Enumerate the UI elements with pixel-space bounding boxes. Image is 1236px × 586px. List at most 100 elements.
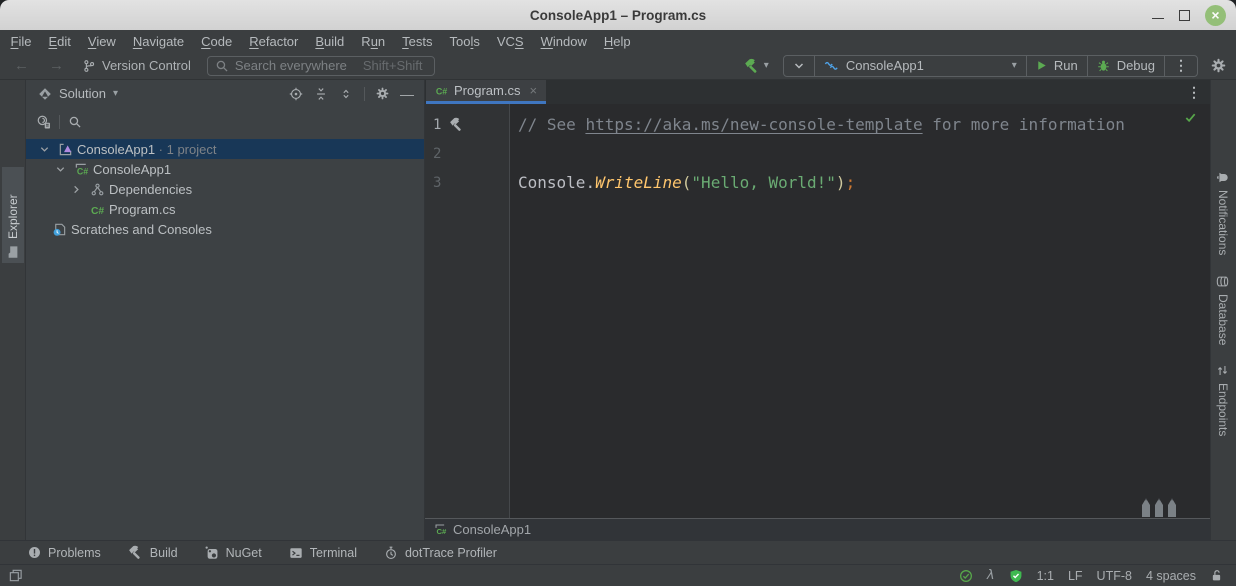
solution-explorer-panel: Solution ▾ — ConsoleApp1 · 1 projectC#Co… (26, 80, 425, 540)
tab-program-cs[interactable]: C# Program.cs × (426, 80, 546, 104)
gutter-line-3[interactable]: 3 (425, 168, 509, 197)
dottrace-icon (384, 546, 398, 560)
unlock-icon[interactable] (1210, 569, 1223, 582)
tool-stripe-database[interactable]: Database (1212, 271, 1234, 349)
play-icon (1036, 60, 1047, 71)
close-icon[interactable]: × (1205, 5, 1226, 26)
maximize-icon[interactable] (1179, 10, 1190, 21)
code-token: "Hello, World!" (691, 173, 836, 192)
tool-window-label: Problems (48, 546, 101, 560)
minimize-icon[interactable] (1152, 9, 1164, 21)
tree-item-dependencies[interactable]: Dependencies (26, 179, 424, 199)
lambda-indicator-icon[interactable]: λ (987, 568, 995, 583)
tab-options-kebab-icon[interactable]: ⋮ (1187, 84, 1201, 101)
forward-icon[interactable]: → (39, 57, 74, 74)
scratches-icon (49, 222, 69, 237)
project-tree: ConsoleApp1 · 1 projectC#ConsoleApp1Depe… (26, 136, 424, 540)
editor-body[interactable]: 123 // See https://aka.ms/new-console-te… (425, 104, 1210, 518)
menu-navigate[interactable]: Navigate (124, 34, 192, 49)
settings-gear-icon[interactable] (1211, 58, 1226, 73)
code-line-3[interactable]: Console.WriteLine("Hello, World!"); (510, 168, 1210, 197)
expand-all-icon[interactable] (314, 87, 328, 101)
tree-item-consoleapp1[interactable]: ConsoleApp1 · 1 project (26, 139, 424, 159)
tool-window-toggle-icon[interactable] (8, 568, 23, 583)
menu-tests[interactable]: Tests (394, 34, 441, 49)
file-encoding[interactable]: UTF-8 (1097, 569, 1132, 583)
csproj-icon: C# (71, 162, 91, 177)
menu-tools[interactable]: Tools (441, 34, 488, 49)
menu-run[interactable]: Run (353, 34, 394, 49)
tool-stripe-structure[interactable]: Structure (2, 533, 24, 540)
menu-edit[interactable]: Edit (40, 34, 79, 49)
menu-file[interactable]: File (2, 34, 40, 49)
tool-stripe-notifications[interactable]: Notifications (1212, 167, 1234, 269)
tree-item-program-cs[interactable]: C#Program.cs (26, 199, 424, 219)
menu-window[interactable]: Window (532, 34, 595, 49)
solution-view-title[interactable]: Solution (59, 86, 106, 101)
code-line-1[interactable]: // See https://aka.ms/new-console-templa… (510, 110, 1210, 139)
search-everywhere-input[interactable]: Search everywhere Shift+Shift (207, 56, 435, 76)
divider (364, 87, 365, 101)
tool-window-terminal[interactable]: Terminal (289, 546, 357, 560)
title-bar[interactable]: ConsoleApp1 – Program.cs × (0, 0, 1236, 30)
tree-item-label: ConsoleApp1 (93, 162, 171, 177)
menu-vcs[interactable]: VCS (488, 34, 532, 49)
hammer-icon (744, 58, 760, 74)
editor-gutter: 123 (425, 104, 510, 518)
build-solution-button[interactable]: ▾ (744, 58, 769, 74)
tool-window-nuget[interactable]: NuGet (205, 546, 262, 560)
menu-code[interactable]: Code (193, 34, 241, 49)
gutter-line-1[interactable]: 1 (425, 110, 509, 139)
jetbrains-pencils-watermark-icon (1140, 497, 1178, 517)
analysis-ok-icon[interactable] (959, 569, 973, 583)
inspections-ok-icon[interactable] (1184, 111, 1197, 124)
gutter-line-2[interactable]: 2 (425, 139, 509, 168)
folder-icon (6, 245, 20, 259)
tree-item-consoleapp1[interactable]: C#ConsoleApp1 (26, 159, 424, 179)
chevron-down-icon[interactable]: ▾ (113, 88, 118, 99)
code-area[interactable]: // See https://aka.ms/new-console-templa… (510, 104, 1210, 518)
window-title: ConsoleApp1 – Program.cs (530, 8, 706, 23)
debug-button[interactable]: Debug (1087, 56, 1164, 76)
version-control-widget[interactable]: Version Control (82, 58, 191, 73)
panel-options-gear-icon[interactable] (376, 87, 389, 100)
status-bar: λ 1:1 LF UTF-8 4 spaces (0, 564, 1236, 586)
kebab-icon: ⋮ (1174, 57, 1188, 74)
more-run-options-button[interactable]: ⋮ (1164, 56, 1197, 76)
line-ending[interactable]: LF (1068, 569, 1083, 583)
tool-stripe-endpoints[interactable]: Endpoints (1212, 360, 1234, 442)
indent-setting[interactable]: 4 spaces (1146, 569, 1196, 583)
caret-position[interactable]: 1:1 (1037, 569, 1054, 583)
menu-help[interactable]: Help (595, 34, 639, 49)
branch-icon (82, 59, 96, 73)
close-tab-icon[interactable]: × (529, 83, 537, 98)
search-icon[interactable] (68, 115, 82, 129)
menu-refactor[interactable]: Refactor (241, 34, 307, 49)
breadcrumb[interactable]: C# ConsoleApp1 (425, 518, 1210, 540)
code-line-2[interactable] (510, 139, 1210, 168)
search-shortcut: Shift+Shift (363, 58, 423, 73)
locate-file-icon[interactable] (289, 87, 303, 101)
menu-view[interactable]: View (79, 34, 124, 49)
highlighting-shield-icon[interactable] (1009, 569, 1023, 583)
hide-panel-icon[interactable]: — (400, 86, 414, 102)
status-bar-right: λ 1:1 LF UTF-8 4 spaces (959, 568, 1223, 583)
run-configuration-select[interactable]: ConsoleApp1 ▾ (814, 56, 1026, 76)
tool-window-dottrace-profiler[interactable]: dotTrace Profiler (384, 546, 497, 560)
select-opened-file-icon[interactable] (36, 114, 51, 129)
chevron-down-icon[interactable]: ▾ (764, 60, 769, 71)
back-icon[interactable]: ← (4, 57, 39, 74)
tool-window-build[interactable]: Build (128, 545, 178, 560)
solution-explorer-header: Solution ▾ — (26, 80, 424, 107)
tool-stripe-explorer[interactable]: Explorer (2, 167, 24, 263)
tree-item-scratches-and-consoles[interactable]: Scratches and Consoles (26, 219, 424, 239)
tool-window-problems[interactable]: Problems (28, 546, 101, 560)
run-widget-chevron[interactable] (784, 56, 814, 76)
tool-window-label: Terminal (310, 546, 357, 560)
run-button[interactable]: Run (1026, 56, 1087, 76)
menu-build[interactable]: Build (307, 34, 353, 49)
collapse-all-icon[interactable] (339, 87, 353, 101)
breadcrumb-label: ConsoleApp1 (453, 522, 531, 537)
left-tool-stripe: Explorer Structure (0, 80, 26, 540)
version-control-label: Version Control (102, 58, 191, 73)
